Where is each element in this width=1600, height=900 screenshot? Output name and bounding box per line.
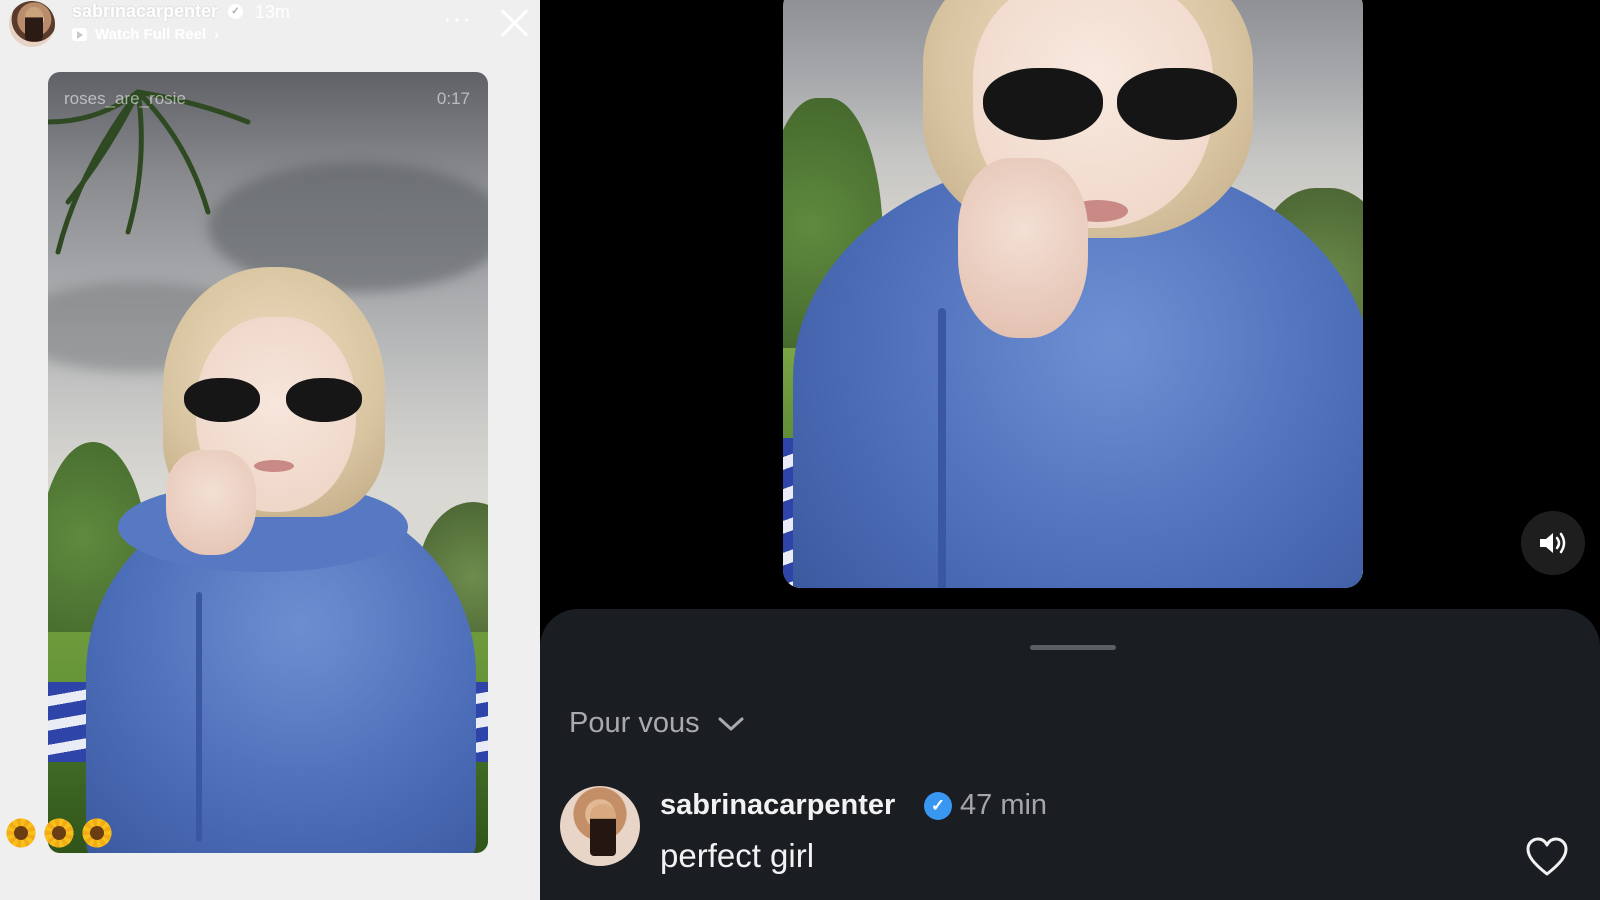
close-button[interactable] bbox=[498, 6, 530, 38]
reel-video[interactable] bbox=[783, 0, 1363, 588]
sheet-drag-handle[interactable] bbox=[1030, 645, 1116, 650]
volume-button[interactable] bbox=[1521, 511, 1585, 575]
chevron-down-icon bbox=[718, 717, 744, 730]
sunflower-sticker bbox=[4, 816, 114, 850]
watch-full-reel-link[interactable]: Watch Full Reel › bbox=[72, 25, 219, 43]
watch-full-reel-label: Watch Full Reel bbox=[95, 25, 207, 43]
story-username[interactable]: sabrinacarpenter bbox=[72, 1, 218, 22]
comment-sort-dropdown[interactable]: Pour vous bbox=[569, 707, 744, 740]
reel-play-icon bbox=[72, 27, 87, 41]
sunflower-icon bbox=[42, 816, 76, 850]
comment-text: perfect girl bbox=[660, 837, 815, 874]
sort-label: Pour vous bbox=[569, 707, 700, 739]
palm-fronds-graphic bbox=[48, 89, 251, 255]
video-duration: 0:17 bbox=[436, 89, 470, 108]
comments-sheet: Pour vous sabrinacarpenter ✓ 47 min perf… bbox=[540, 609, 1600, 900]
reel-viewer: Pour vous sabrinacarpenter ✓ 47 min perf… bbox=[540, 0, 1600, 900]
more-options-button[interactable]: ··· bbox=[443, 5, 472, 31]
chevron-right-icon: › bbox=[214, 26, 219, 42]
story-media[interactable]: roses_are_rosie 0:17 bbox=[48, 72, 488, 853]
speaker-on-icon bbox=[1540, 532, 1566, 554]
story-avatar[interactable] bbox=[9, 1, 55, 47]
verified-icon: ✓ bbox=[228, 4, 243, 19]
comment-item: sabrinacarpenter ✓ 47 min perfect girl bbox=[540, 786, 1600, 897]
avatar[interactable] bbox=[560, 786, 640, 866]
sunflower-icon bbox=[80, 816, 114, 850]
story-viewer: sabrinacarpenter ✓ 13m Watch Full Reel ›… bbox=[0, 0, 540, 900]
story-header: sabrinacarpenter ✓ 13m Watch Full Reel ›… bbox=[0, 0, 540, 50]
comment-timestamp: 47 min bbox=[960, 789, 1048, 821]
heart-icon[interactable] bbox=[1525, 837, 1569, 877]
verified-icon: ✓ bbox=[924, 792, 952, 820]
audio-label[interactable]: roses_are_rosie bbox=[64, 89, 186, 109]
story-timestamp: 13m bbox=[255, 2, 291, 22]
sunflower-icon bbox=[4, 816, 38, 850]
comment-username[interactable]: sabrinacarpenter bbox=[660, 789, 895, 822]
